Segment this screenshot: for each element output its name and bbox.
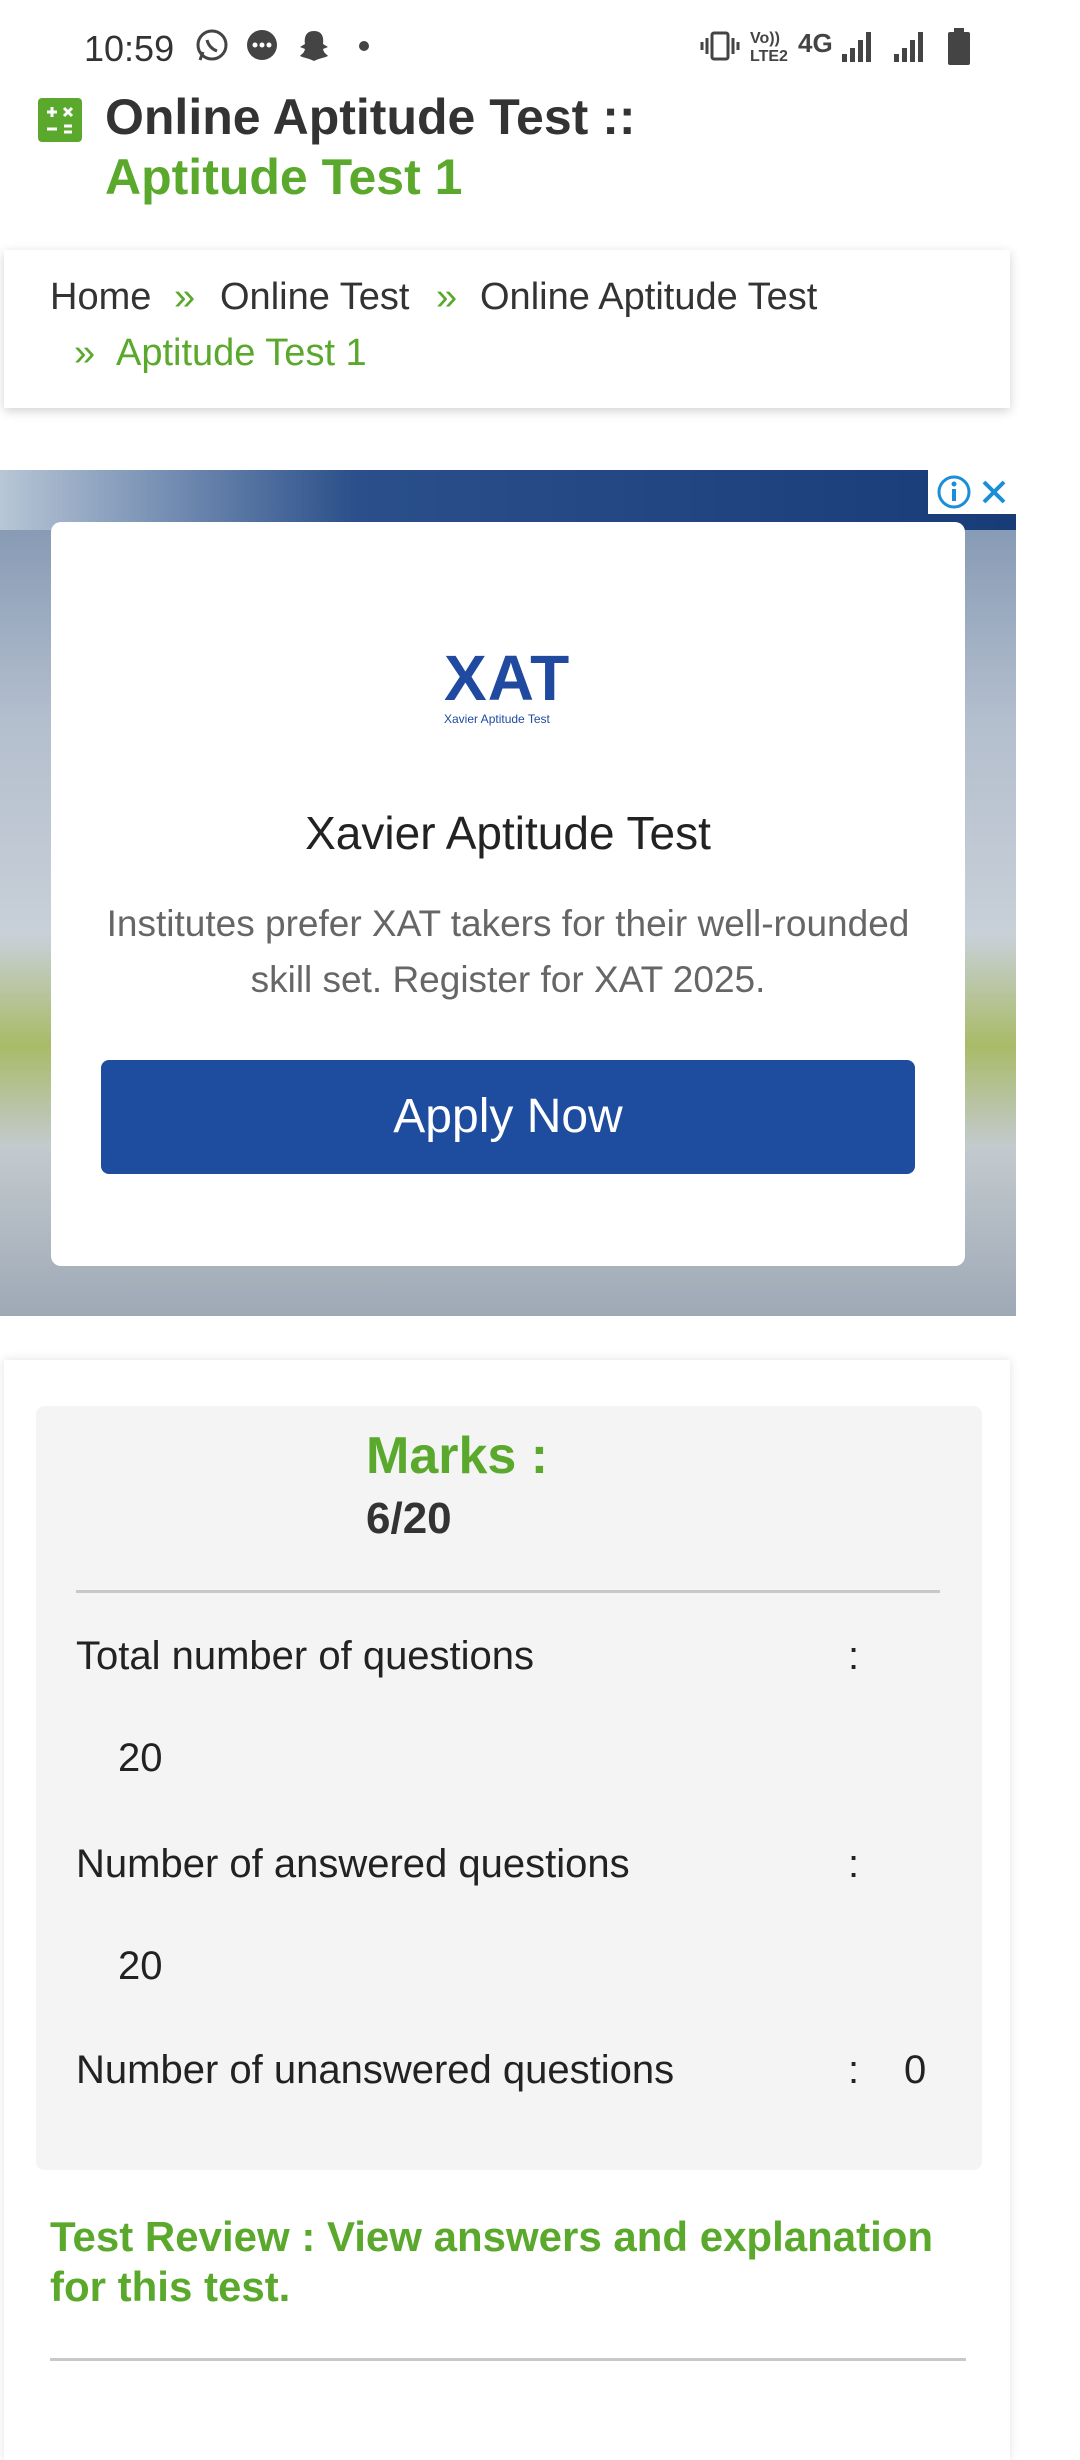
signal-1-icon — [842, 32, 871, 62]
answered-questions-label: Number of answered questions — [76, 1842, 630, 1886]
snapchat-icon — [300, 31, 328, 61]
page-subtitle: Aptitude Test 1 — [105, 149, 463, 205]
signal-2-icon — [894, 32, 923, 62]
ad-info-icon[interactable] — [936, 474, 972, 510]
unanswered-questions-label: Number of unanswered questions — [76, 2048, 675, 2092]
xat-logo-subtext: Xavier Aptitude Test — [444, 712, 550, 726]
status-bar: 10:59 Vo)) LTE2 4G — [0, 0, 1080, 96]
total-questions-label: Total number of questions — [76, 1634, 535, 1678]
dot-icon — [359, 41, 369, 51]
ad-title: Xavier Aptitude Test — [305, 807, 711, 859]
breadcrumb-separator: » — [174, 276, 196, 318]
apply-now-button[interactable]: Apply Now — [101, 1060, 915, 1174]
ad-description: Institutes prefer XAT takers for their w… — [106, 903, 910, 1000]
page-title: Online Aptitude Test :: — [105, 89, 636, 145]
volte-indicator: Vo)) LTE2 — [750, 30, 788, 65]
row-colon: : — [848, 1634, 860, 1678]
divider — [76, 1590, 940, 1593]
breadcrumb-separator: » — [74, 332, 96, 374]
test-review-link[interactable]: Test Review : View answers and explanati… — [50, 2212, 950, 2312]
whatsapp-icon — [196, 29, 228, 61]
breadcrumb-online-aptitude-test[interactable]: Online Aptitude Test — [480, 276, 817, 319]
row-colon: : — [848, 2048, 860, 2092]
results-summary: Marks : 6/20 Total number of questions :… — [36, 1406, 982, 2170]
breadcrumb: Home » Online Test » Online Aptitude Tes… — [4, 250, 1010, 408]
status-time: 10:59 — [84, 28, 175, 69]
ad-banner-strip — [0, 470, 1016, 530]
vibrate-icon — [700, 31, 740, 61]
ad-controls — [928, 470, 1016, 514]
battery-icon — [948, 28, 970, 65]
messages-icon — [247, 30, 277, 60]
xat-logo: XAT Xavier Aptitude Test — [444, 646, 574, 726]
answered-questions-value: 20 — [118, 1944, 163, 1988]
breadcrumb-home[interactable]: Home — [50, 276, 151, 319]
marks-value: 6/20 — [366, 1494, 452, 1543]
row-colon: : — [848, 1842, 860, 1886]
breadcrumb-separator: » — [436, 276, 458, 318]
results-panel: Marks : 6/20 Total number of questions :… — [4, 1360, 1010, 2460]
breadcrumb-online-test[interactable]: Online Test — [220, 276, 409, 319]
calculator-icon — [38, 98, 82, 142]
marks-label: Marks : — [366, 1427, 549, 1485]
unanswered-questions-value: 0 — [904, 2048, 927, 2092]
advertisement[interactable]: XAT Xavier Aptitude Test Xavier Aptitude… — [0, 470, 1016, 1316]
ad-close-icon[interactable] — [978, 476, 1010, 508]
xat-logo-text: XAT — [444, 642, 571, 714]
network-type: 4G — [798, 28, 833, 58]
breadcrumb-current: Aptitude Test 1 — [116, 332, 367, 374]
divider — [50, 2358, 966, 2361]
total-questions-value: 20 — [118, 1736, 163, 1780]
ad-card[interactable]: XAT Xavier Aptitude Test Xavier Aptitude… — [51, 522, 965, 1266]
